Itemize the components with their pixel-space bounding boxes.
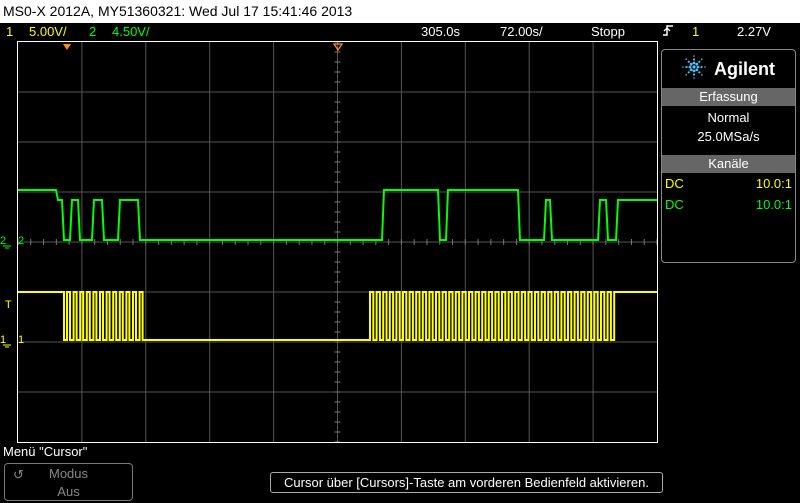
channel-row-1[interactable]: DC 10.0:1: [662, 173, 795, 194]
brand-name: Agilent: [714, 58, 775, 79]
trigger-position-marker: [63, 44, 71, 50]
logo-dot: [692, 64, 696, 69]
ch1-label: 1: [18, 334, 25, 346]
channels-header: Kanäle: [662, 155, 795, 173]
logo-dot: [695, 62, 699, 66]
ch1-coupling: DC: [665, 176, 684, 191]
logo-dot: [692, 61, 696, 64]
logo-dot: [687, 60, 690, 63]
waveform-graticule: [18, 42, 657, 442]
info-panel: Agilent Erfassung Normal 25.0MSa/s Kanäl…: [661, 49, 796, 263]
softkey-label: Modus: [48, 466, 89, 481]
ch1-ground-marker: 1: [0, 333, 16, 352]
sample-rate: 25.0MSa/s: [697, 129, 760, 144]
logo-dot: [692, 57, 696, 61]
svg-text:1: 1: [0, 334, 6, 346]
logo-dot: [693, 76, 695, 79]
ch2-label: 2: [18, 235, 25, 247]
run-state[interactable]: Stopp: [591, 23, 625, 41]
ch1-probe: 10.0:1: [755, 176, 792, 191]
logo-dot: [692, 69, 696, 72]
acquisition-header: Erfassung: [662, 88, 795, 106]
channel-row-2[interactable]: DC 10.0:1: [662, 194, 795, 215]
time-offset[interactable]: 305.0s: [421, 23, 460, 41]
logo-dot: [689, 67, 693, 71]
logo-dot: [689, 62, 693, 66]
logo-dot: [685, 73, 688, 76]
ch2-ground-marker: 2: [0, 234, 16, 253]
acquisition-info[interactable]: Normal 25.0MSa/s: [662, 106, 795, 150]
svg-text:2: 2: [0, 235, 6, 247]
time-scale[interactable]: 72.00s/: [500, 23, 543, 41]
trigger-level[interactable]: 2.27V: [737, 23, 771, 41]
logo-dot: [688, 65, 692, 68]
status-bar: 1 5.00V/ 2 4.50V/ 305.0s 72.00s/ Stopp 1…: [0, 23, 800, 41]
logo-dot: [695, 67, 699, 71]
logo-dot: [704, 65, 706, 68]
title-bar: MS0-X 2012A, MY51360321: Wed Jul 17 15:4…: [0, 0, 800, 23]
logo-dot: [685, 57, 688, 60]
logo-dot: [700, 73, 703, 76]
menu-title: Menü "Cursor": [3, 444, 88, 459]
mode-softkey[interactable]: ↺ Modus Aus: [4, 463, 133, 501]
brand-row: Agilent: [662, 50, 795, 88]
logo-dot: [698, 60, 701, 63]
ch2-coupling: DC: [665, 197, 684, 212]
trigger-channel[interactable]: 1: [692, 23, 699, 41]
logo-dot: [692, 72, 696, 76]
ch1-number[interactable]: 1: [6, 23, 13, 41]
logo-dot: [696, 65, 700, 68]
acquisition-mode: Normal: [707, 110, 750, 125]
logo-dot: [693, 54, 695, 57]
ch2-scale[interactable]: 4.50V/: [112, 23, 150, 41]
agilent-spark-icon: [682, 54, 706, 84]
logo-dot: [700, 57, 703, 60]
ch2-number[interactable]: 2: [89, 23, 96, 41]
logo-dot: [698, 70, 701, 73]
waveform-display[interactable]: [17, 41, 658, 443]
logo-dot: [687, 70, 690, 73]
status-message: Cursor über [Cursors]-Taste am vorderen …: [270, 472, 663, 493]
logo-dot: [700, 65, 703, 68]
ch1-scale[interactable]: 5.00V/: [29, 23, 67, 41]
softkey-value: Aus: [57, 484, 80, 499]
trigger-level-marker: T: [5, 299, 12, 311]
ch2-probe: 10.0:1: [755, 197, 792, 212]
trigger-edge-icon: [662, 23, 674, 44]
logo-dot: [682, 65, 684, 68]
logo-dot: [685, 65, 688, 68]
